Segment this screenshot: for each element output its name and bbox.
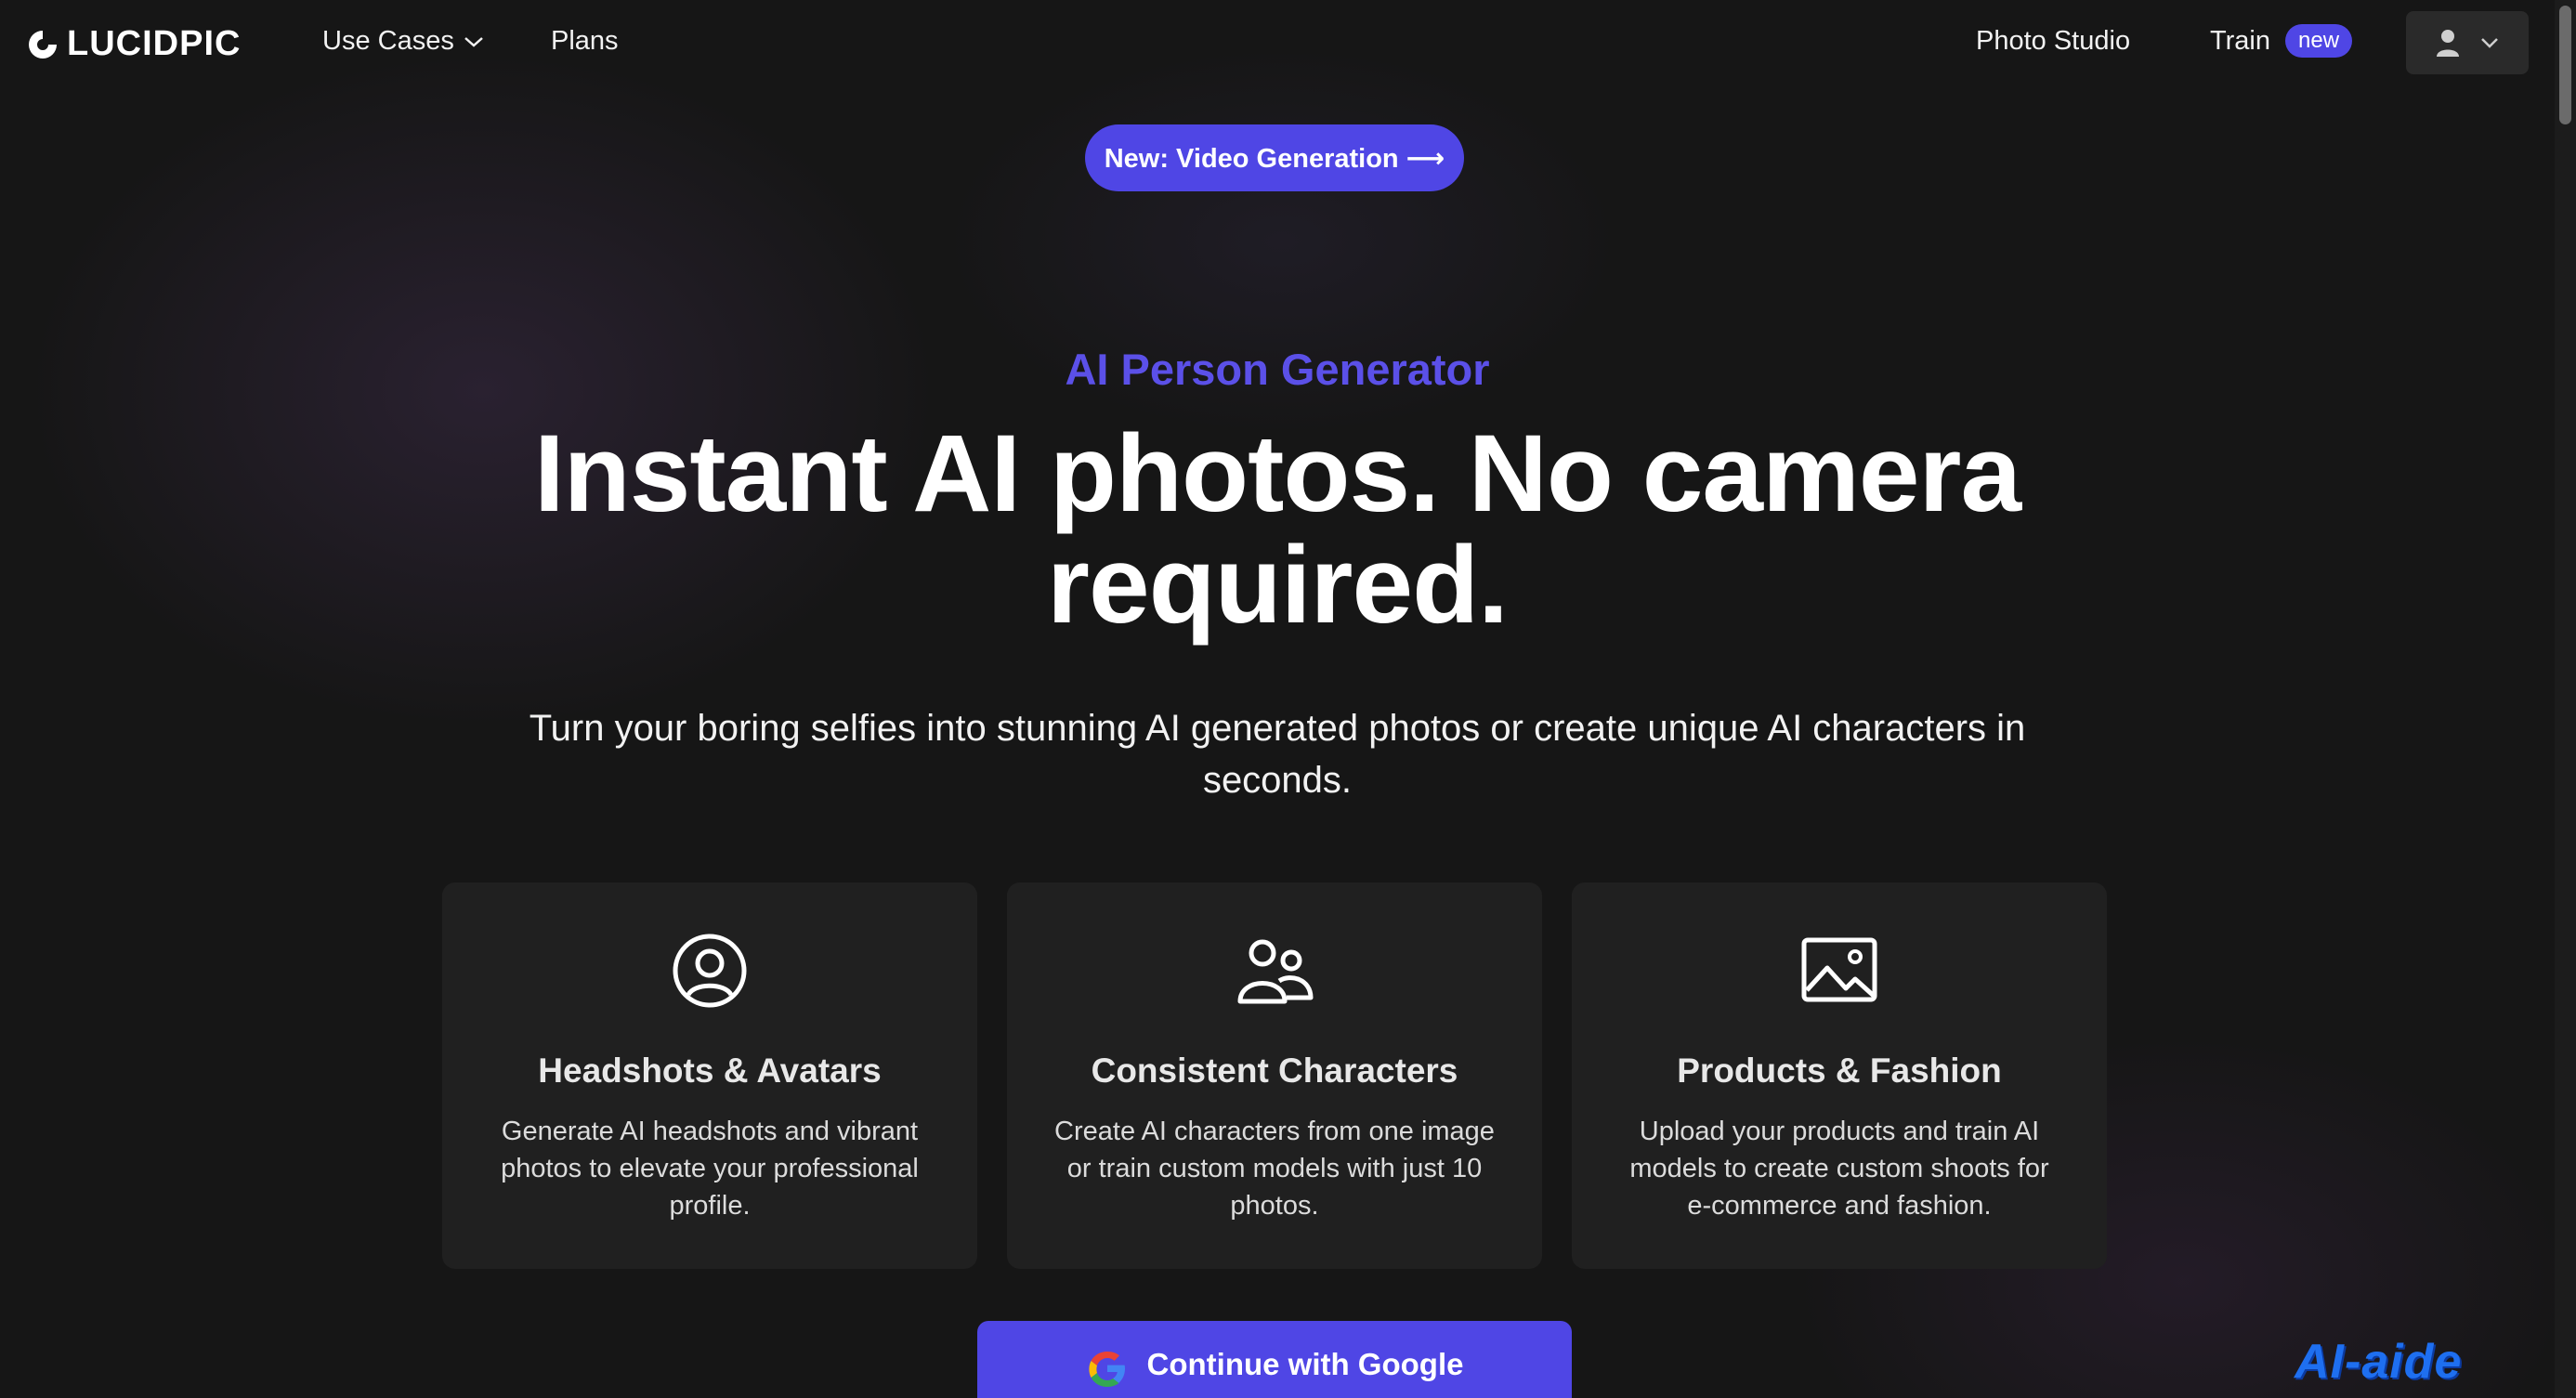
scrollbar-thumb[interactable] <box>2559 6 2571 124</box>
train-link[interactable]: Train new <box>2210 24 2353 58</box>
feature-card-characters: Consistent Characters Create AI characte… <box>1007 882 1542 1269</box>
plans-label: Plans <box>551 26 619 56</box>
hero-headline: Instant AI photos. No camera required. <box>533 412 2021 647</box>
use-cases-dropdown[interactable]: Use Cases <box>322 26 484 57</box>
train-label: Train <box>2210 25 2270 56</box>
chevron-down-icon <box>2481 38 2498 48</box>
chevron-down-icon <box>464 36 483 47</box>
use-cases-label: Use Cases <box>322 26 454 56</box>
plans-link[interactable]: Plans <box>551 26 619 57</box>
hero-subhead: Turn your boring selfies into stunning A… <box>529 708 2026 801</box>
card-description: Create AI characters from one image or t… <box>1054 1117 1495 1221</box>
scrollbar[interactable] <box>2555 0 2576 1398</box>
continue-with-google-button[interactable]: Continue with Google <box>977 1321 1572 1398</box>
new-badge: new <box>2285 24 2353 58</box>
image-icon <box>1801 937 1877 1002</box>
google-icon <box>1088 1352 1125 1387</box>
announcement-label: New: Video Generation ⟶ <box>1104 143 1445 174</box>
cta-label: Continue with Google <box>1146 1347 1464 1381</box>
card-title: Consistent Characters <box>1091 1052 1458 1090</box>
logo[interactable]: LUCIDPIC <box>26 24 241 64</box>
photo-studio-label: Photo Studio <box>1976 26 2131 56</box>
hero-eyebrow: AI Person Generator <box>1065 345 1490 394</box>
feature-cards: Headshots & Avatars Generate AI headshot… <box>442 882 2107 1269</box>
logo-text: LUCIDPIC <box>67 24 242 63</box>
card-title: Products & Fashion <box>1677 1052 2002 1090</box>
feature-card-headshots: Headshots & Avatars Generate AI headshot… <box>442 882 977 1269</box>
card-description: Generate AI headshots and vibrant photos… <box>501 1117 919 1221</box>
user-icon <box>2437 30 2459 57</box>
feature-card-products: Products & Fashion Upload your products … <box>1572 882 2107 1269</box>
video-generation-announcement[interactable]: New: Video Generation ⟶ <box>1085 124 1464 191</box>
user-circle-icon <box>673 934 747 1008</box>
page: { "nav": { "logo_text": "LUCIDPIC", "use… <box>0 0 2576 1398</box>
watermark-logo: AI-aide <box>2295 1335 2463 1389</box>
photo-studio-link[interactable]: Photo Studio <box>1976 26 2130 57</box>
lucidpic-logo-icon <box>29 30 57 59</box>
card-description: Upload your products and train AI models… <box>1629 1117 2049 1221</box>
card-title: Headshots & Avatars <box>538 1052 882 1090</box>
user-menu-button[interactable] <box>2406 11 2529 74</box>
users-icon <box>1237 939 1314 1004</box>
top-nav: LUCIDPIC Use Cases Plans Photo Studio Tr… <box>0 0 2555 89</box>
